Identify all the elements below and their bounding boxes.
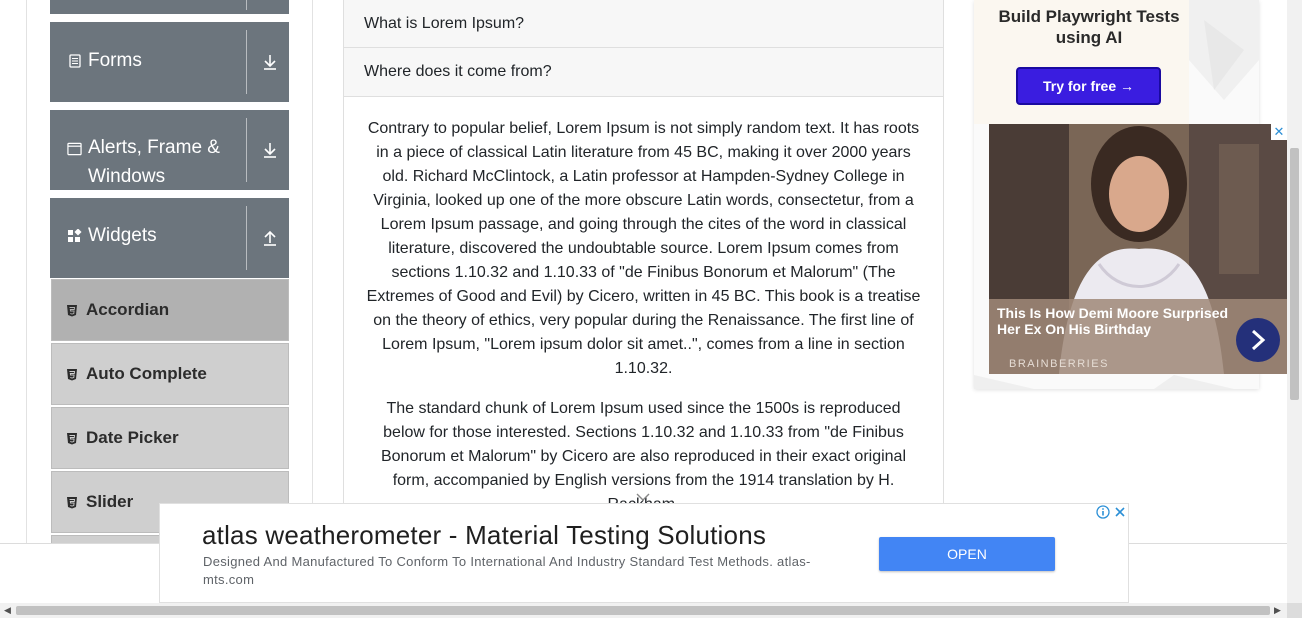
window-icon [67,141,82,156]
sidebar-group-alerts[interactable]: Alerts, Frame & Windows [50,110,289,190]
sidebar-item-auto-complete[interactable]: Auto Complete [51,343,289,405]
html5-icon [66,368,78,381]
sidebar-item-label: Slider [86,492,134,511]
close-icon[interactable] [1111,504,1128,520]
upload-arrow-icon[interactable] [260,228,280,248]
info-icon[interactable] [1095,504,1111,520]
download-arrow-icon[interactable] [260,140,280,160]
bottom-banner-ad[interactable]: atlas weatherometer - Material Testing S… [159,493,1129,603]
group-separator [246,0,247,10]
banner-description: Designed And Manufactured To Conform To … [203,554,811,587]
accordion-section-heading[interactable]: Where does it come from? [344,48,943,97]
photo-ad[interactable]: ✕ This Is How Demi Moore Surprised Her E… [989,124,1287,374]
ad-brand: BRAINBERRIES [1009,358,1109,370]
scrollbar-thumb[interactable] [16,606,1270,615]
sidebar-group-label: Widgets [88,225,157,246]
sidebar-item-label: Auto Complete [86,364,207,383]
open-button[interactable]: OPEN [879,537,1055,571]
html5-icon [66,304,78,317]
vertical-scrollbar[interactable] [1287,0,1302,603]
sidebar-group-widgets[interactable]: Widgets [50,198,289,278]
html5-icon [66,496,78,509]
scroll-right-icon[interactable]: ▶ [1274,605,1281,616]
playwright-ad-title: Build Playwright Tests using AI [998,7,1180,47]
sidebar-group-forms[interactable]: Forms [50,22,289,102]
widgets-icon [67,229,82,244]
close-icon[interactable]: ✕ [1271,124,1287,140]
sidebar-group-label-line2: Windows [88,166,166,187]
download-arrow-icon[interactable] [260,52,280,72]
accordion-section-heading[interactable]: What is Lorem Ipsum? [344,0,943,48]
chevron-right-icon[interactable] [1236,318,1280,362]
banner-title[interactable]: atlas weatherometer - Material Testing S… [202,520,766,551]
try-for-free-button[interactable]: Try for free → [1016,67,1161,105]
html5-icon [66,432,78,445]
chevron-down-icon[interactable] [635,491,651,503]
sidebar-item-label: Accordian [86,300,170,319]
form-icon [67,53,82,68]
scrollbar-thumb[interactable] [1290,148,1299,400]
content-paragraph: Contrary to popular belief, Lorem Ipsum … [366,120,921,377]
group-separator [246,30,247,94]
accordion: What is Lorem Ipsum? Where does it come … [343,0,944,544]
sidebar-item-accordian[interactable]: Accordian [51,279,289,341]
group-separator [246,206,247,270]
accordion-section-content: Contrary to popular belief, Lorem Ipsum … [344,97,943,517]
scroll-left-icon[interactable]: ◀ [4,605,11,616]
sidebar-group-label: Forms [88,50,142,71]
sidebar-item-label: Date Picker [86,428,179,447]
sidebar-ad: Build Playwright Tests using AI Try for … [974,0,1287,389]
sidebar-group-label: Alerts, Frame & [88,137,220,158]
sidebar: Forms Alerts, Frame & Windows Widgets Ac… [26,0,313,544]
scrollbar-corner [1287,603,1302,618]
ad-caption: This Is How Demi Moore Surprised Her Ex … [997,305,1229,337]
sidebar-item-date-picker[interactable]: Date Picker [51,407,289,469]
sidebar-group-elements[interactable] [50,0,289,14]
group-separator [246,118,247,182]
horizontal-scrollbar[interactable]: ◀ ▶ [0,603,1287,618]
